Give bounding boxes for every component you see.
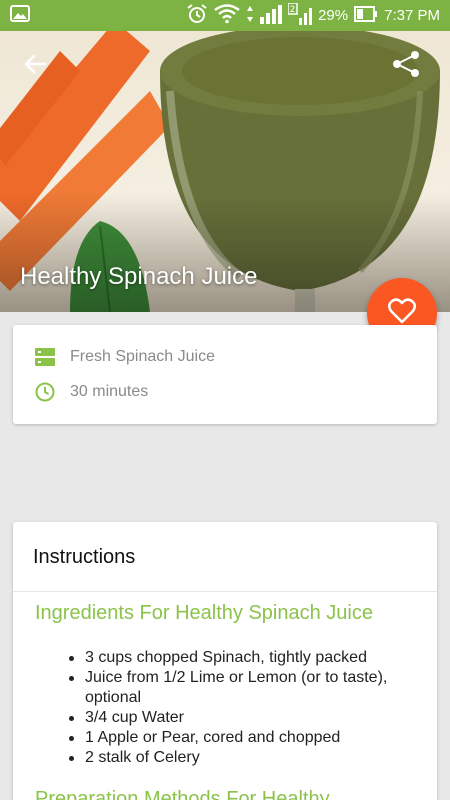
- instructions-title: Instructions: [33, 546, 136, 568]
- category-text: Fresh Spinach Juice: [70, 348, 215, 365]
- recipe-info-card: Fresh Spinach Juice 30 minutes: [13, 325, 437, 424]
- wifi-icon: [214, 3, 240, 28]
- list-item: 3 cups chopped Spinach, tightly packed: [69, 648, 415, 668]
- duration-text: 30 minutes: [70, 383, 149, 400]
- back-button[interactable]: [18, 51, 52, 81]
- divider: [13, 591, 437, 592]
- signal-icon: [260, 4, 283, 28]
- category-row: Fresh Spinach Juice: [35, 347, 215, 367]
- instructions-card: Instructions Ingredients For Healthy Spi…: [13, 522, 437, 800]
- clock-icon: [35, 382, 55, 402]
- clock-time: 7:37 PM: [384, 7, 440, 24]
- list-item: 3/4 cup Water: [69, 708, 415, 728]
- duration-row: 30 minutes: [35, 382, 148, 402]
- heart-outline-icon: [387, 297, 417, 329]
- list-item: Juice from 1/2 Lime or Lemon (or to tast…: [69, 668, 415, 708]
- preparation-heading: Preparation Methods For Healthy: [35, 788, 330, 800]
- svg-text:2: 2: [290, 5, 296, 15]
- hero-image: Healthy Spinach Juice: [0, 31, 450, 312]
- battery-icon: [354, 5, 378, 26]
- arrow-back-icon: [23, 53, 47, 80]
- list-icon: [35, 347, 55, 367]
- data-arrows-icon: [246, 5, 254, 27]
- recipe-title: Healthy Spinach Juice: [20, 263, 258, 290]
- share-button[interactable]: [388, 49, 424, 83]
- ingredients-list: 3 cups chopped Spinach, tightly packed J…: [69, 648, 415, 768]
- battery-percent: 29%: [318, 7, 349, 24]
- list-item: 2 stalk of Celery: [69, 748, 415, 768]
- status-bar: 2 29% 7:37 PM: [0, 0, 450, 31]
- image-icon: [10, 5, 30, 26]
- share-icon: [391, 49, 421, 84]
- alarm-icon: [186, 3, 208, 29]
- ingredients-heading: Ingredients For Healthy Spinach Juice: [35, 602, 373, 624]
- signal-2-icon: 2: [287, 1, 313, 29]
- list-item: 1 Apple or Pear, cored and chopped: [69, 728, 415, 748]
